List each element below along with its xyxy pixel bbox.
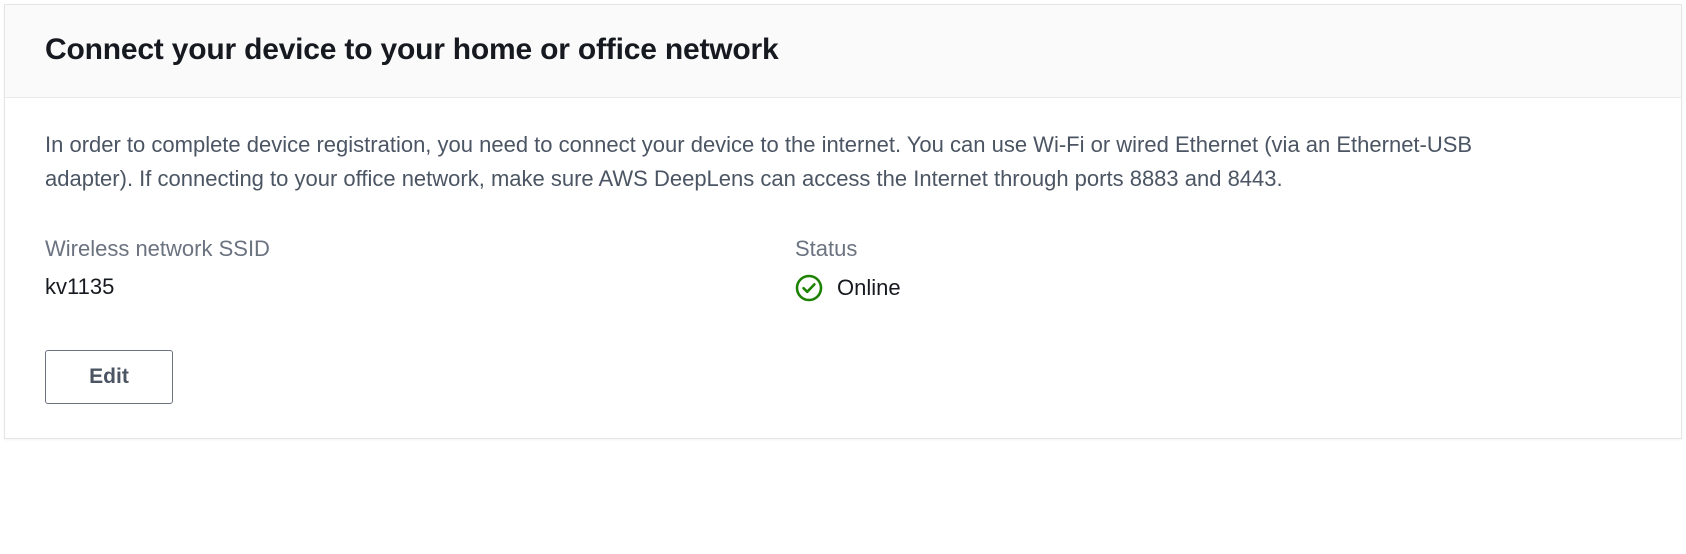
ssid-field: Wireless network SSID kv1135	[45, 236, 795, 302]
check-circle-icon	[795, 274, 823, 302]
edit-button[interactable]: Edit	[45, 350, 173, 404]
panel-title: Connect your device to your home or offi…	[45, 33, 1641, 67]
network-connection-panel: Connect your device to your home or offi…	[4, 4, 1682, 439]
panel-description: In order to complete device registration…	[45, 128, 1565, 196]
field-group: Wireless network SSID kv1135 Status Onli…	[45, 236, 1641, 302]
ssid-value: kv1135	[45, 274, 795, 300]
panel-header: Connect your device to your home or offi…	[5, 5, 1681, 98]
status-field: Status Online	[795, 236, 1641, 302]
panel-body: In order to complete device registration…	[5, 98, 1681, 438]
ssid-label: Wireless network SSID	[45, 236, 795, 262]
status-value: Online	[837, 275, 901, 301]
status-row: Online	[795, 274, 1641, 302]
status-label: Status	[795, 236, 1641, 262]
panel-actions: Edit	[45, 350, 1641, 404]
